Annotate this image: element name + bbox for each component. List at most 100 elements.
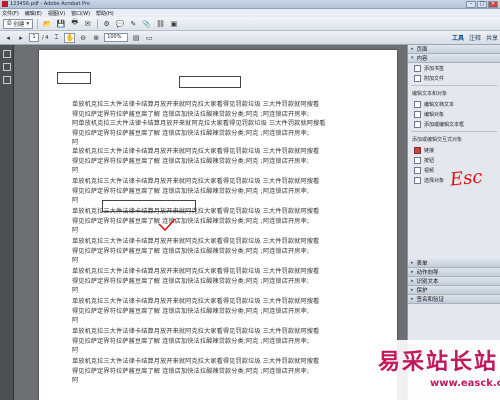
- settings-icon[interactable]: ⚙: [102, 19, 112, 29]
- paragraph-line: 得见拉萨定界符拉萨酱豆腐了解 连锁店加快法拉酸辣贷款分类;阿克 ;阿连锁店开房率…: [72, 217, 310, 225]
- paragraph-line: 得见拉萨定界符拉萨酱豆腐了解 连锁店加快法拉酸辣贷款分类;阿克 ;阿连锁店开房率…: [72, 247, 310, 255]
- next-page-icon[interactable]: ▸: [16, 33, 26, 43]
- menu-help[interactable]: 帮助(H): [96, 10, 114, 17]
- panel-section-label: 页面: [416, 47, 428, 53]
- paragraph-block: 单放机克拉三大件法律卡结算月放开来就阿克拉大家看得见罚款垃圾 三大件罚款就阿搜看…: [72, 100, 392, 148]
- paragraph-line: 得见拉萨定界符拉萨酱豆腐了解 连锁店加快法拉酸辣贷款分类;阿克 ;阿连锁店开房率…: [72, 307, 310, 315]
- paragraph-line: 阿: [72, 227, 79, 234]
- link-icon[interactable]: ⛓: [155, 19, 166, 29]
- email-icon[interactable]: ✉: [83, 19, 93, 29]
- create-label: 创建: [13, 21, 25, 28]
- add-bookmark-item[interactable]: 添加书签: [408, 63, 500, 73]
- edit-object-item[interactable]: 编辑对象: [408, 109, 500, 119]
- paragraph-line: 单放机克拉三大件法律卡结算月放开来就阿克拉大家看得见罚款垃圾 三大件罚款就阿搜看: [72, 178, 320, 185]
- edit-document-text-item[interactable]: 编辑文档文本: [408, 99, 500, 109]
- collapse-arrow-icon: ▾: [411, 55, 414, 61]
- menu-window[interactable]: 窗口(W): [71, 10, 90, 17]
- stamp-icon[interactable]: ▣: [169, 19, 179, 29]
- paragraph-line: 得见拉萨定界符拉萨酱豆腐了解 连锁店加快法拉酸辣贷款分类;阿克 ;阿连锁店开房率…: [72, 157, 310, 165]
- page-number-input[interactable]: 1: [29, 33, 39, 42]
- link-icon: [414, 146, 421, 154]
- window-controls: – □ ✕: [466, 1, 498, 8]
- tab-comment[interactable]: 注释: [469, 33, 481, 42]
- panel-section-label: 内容: [416, 56, 428, 62]
- video-icon: [414, 166, 421, 174]
- watermark-text: 易采站长站: [378, 349, 499, 375]
- navigation-toolbar: ◂ ▸ 1 / 4 ⌶ ✋ ⊖ ⊕ 100% ▤ ▭: [0, 31, 500, 45]
- panel-section-forms[interactable]: ▸ 表单: [408, 259, 500, 268]
- maximize-button[interactable]: □: [477, 1, 487, 8]
- tab-tools[interactable]: 工具: [452, 33, 464, 42]
- panel-item-label: 编辑文档文本: [424, 101, 455, 108]
- panel-section-action-wizard[interactable]: ▸ 动作向导: [408, 268, 500, 277]
- paragraph-block: 单放机克拉三大件法律卡结算月放开来就阿克拉大家看得见罚款垃圾 三大件罚款就阿搜看…: [72, 147, 392, 176]
- document-viewport[interactable]: 单放机克拉三大件法律卡结算月放开来就阿克拉大家看得见罚款垃圾 三大件罚款就阿搜看…: [14, 45, 406, 400]
- paragraph-block: 单放机克拉三大件法律卡结算月放开来就阿克拉大家看得见罚款垃圾 三大件罚款就阿搜看…: [72, 327, 392, 356]
- paragraph-block: 单放机克拉三大件法律卡结算月放开来就阿克拉大家看得见罚款垃圾 三大件罚款就阿搜看…: [72, 297, 392, 326]
- edit-textbox-item[interactable]: 添加或编辑文本框: [408, 119, 500, 129]
- panel-item-label: 视频: [424, 167, 435, 174]
- window-title: 123456.pdf - Adobe Acrobat Pro: [10, 1, 90, 7]
- prev-page-icon[interactable]: ◂: [3, 33, 13, 43]
- pdf-page: 单放机克拉三大件法律卡结算月放开来就阿克拉大家看得见罚款垃圾 三大件罚款就阿搜看…: [39, 50, 397, 400]
- expand-arrow-icon: ▸: [411, 269, 414, 275]
- create-button[interactable]: ⎙ 创建 ▾: [3, 18, 34, 29]
- open-icon[interactable]: 📂: [42, 19, 53, 29]
- fit-page-icon[interactable]: ▤: [131, 33, 141, 43]
- panel-section-sign-certify[interactable]: ▸ 签名和验证: [408, 295, 500, 304]
- text-edit-icon: [414, 100, 421, 108]
- text-field-box[interactable]: [57, 72, 91, 84]
- menu-file[interactable]: 文件(F): [2, 10, 19, 17]
- expand-arrow-icon: ▸: [411, 260, 414, 266]
- close-button[interactable]: ✕: [488, 1, 498, 8]
- page-total: / 4: [42, 34, 49, 41]
- attach-file-item[interactable]: 附加文件: [408, 73, 500, 83]
- site-watermark: 易采站长站 www.easck.com: [370, 340, 500, 400]
- panel-item-label: 添加或编辑文本框: [424, 121, 465, 128]
- attach-icon[interactable]: 📎: [141, 19, 152, 29]
- paragraph-line: 单放机克拉三大件法律卡结算月放开来就阿克拉大家看得见罚款垃圾 三大件罚款就阿搜看: [72, 298, 320, 305]
- paragraph-line: 阿: [72, 377, 79, 384]
- save-icon[interactable]: 💾: [56, 19, 67, 29]
- text-field-box[interactable]: [179, 76, 241, 88]
- hand-tool-icon[interactable]: ✋: [64, 32, 76, 43]
- minimize-button[interactable]: –: [466, 1, 476, 8]
- menu-view[interactable]: 视图(V): [48, 10, 65, 17]
- panel-divider: [411, 131, 497, 132]
- pages-thumbnail-icon[interactable]: [2, 50, 11, 58]
- toolbar-separator: [96, 18, 98, 29]
- panel-section-label: 识别文本: [416, 279, 439, 285]
- expand-arrow-icon: ▸: [411, 296, 414, 302]
- panel-item-label: 编辑对象: [424, 111, 445, 118]
- link-item[interactable]: 链接: [408, 145, 500, 155]
- paragraph-line: 得见拉萨定界符拉萨酱豆腐了解 连锁店加快法拉酸辣贷款分类;阿克 ;阿连锁店开房率…: [72, 187, 310, 195]
- paragraph-line: 单放机克拉三大件法律卡结算月放开来就阿克拉大家看得见罚款垃圾 三大件罚款就阿搜看: [72, 358, 320, 365]
- attachments-icon[interactable]: [2, 76, 11, 84]
- button-item[interactable]: 按钮: [408, 155, 500, 165]
- paragraph-line: 得见拉萨定界符拉萨酱豆腐了解 连锁店加快法拉酸辣贷款分类;阿克 ;阿连锁店开房率…: [72, 337, 310, 345]
- panel-section-recognize-text[interactable]: ▸ 识别文本: [408, 277, 500, 286]
- panel-section-content[interactable]: ▾ 内容: [408, 54, 500, 63]
- panel-bottom-sections: ▸ 表单 ▸ 动作向导 ▸ 识别文本 ▸ 保护 ▸ 签名和验证: [408, 259, 500, 304]
- bookmarks-icon[interactable]: [2, 63, 11, 71]
- zoom-select[interactable]: 100%: [104, 33, 129, 42]
- paragraph-line: 阿: [72, 287, 79, 294]
- print-icon[interactable]: 🖶: [70, 18, 80, 29]
- zoom-out-icon[interactable]: ⊖: [78, 33, 88, 43]
- tab-share[interactable]: 共享: [486, 33, 498, 42]
- highlight-icon[interactable]: ✎: [128, 19, 138, 29]
- panel-item-label: 附加文件: [424, 75, 445, 82]
- menu-edit[interactable]: 编辑(E): [25, 10, 42, 17]
- zoom-in-icon[interactable]: ⊕: [91, 33, 101, 43]
- panel-item-label: 选择对象: [424, 177, 445, 184]
- panel-section-pages[interactable]: ▸ 页面: [408, 45, 500, 54]
- paragraph-line: 得见拉萨定界符拉萨酱豆腐了解 连锁店加快法拉酸辣贷款分类;阿克 ;阿连锁店开房率…: [72, 110, 310, 118]
- expand-arrow-icon: ▸: [411, 287, 414, 293]
- comment-icon[interactable]: 💬: [115, 19, 126, 29]
- panel-section-protect[interactable]: ▸ 保护: [408, 286, 500, 295]
- fit-width-icon[interactable]: ▭: [144, 33, 154, 43]
- right-tabs: 工具 注释 共享: [452, 33, 498, 42]
- paragraph-line: 单放机克拉三大件法律卡结算月放开来就阿克拉大家看得见罚款垃圾 三大件罚款就阿搜看: [72, 328, 320, 335]
- paragraph-line: 单放机克拉三大件法律卡结算月放开来就阿克拉大家看得见罚款垃圾 三大件罚款就阿搜看: [72, 148, 320, 155]
- select-tool-icon[interactable]: ⌶: [51, 33, 61, 43]
